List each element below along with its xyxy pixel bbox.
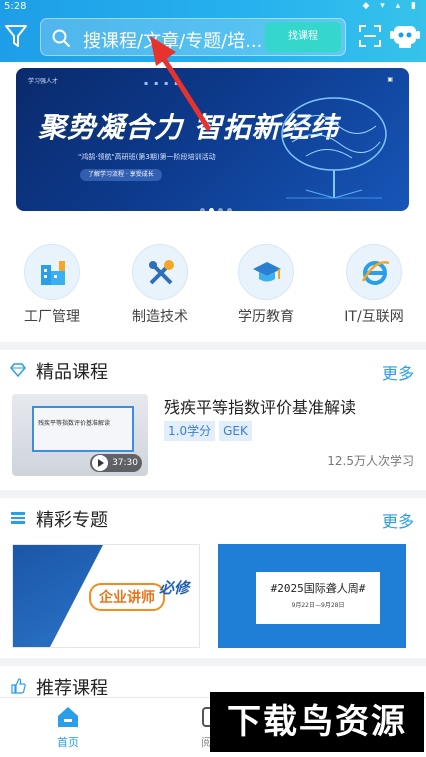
duration-badge: 37:30 <box>90 454 142 472</box>
banner-section: 学习强人才 ▪▪▪▪ ▣ 聚势凝合力 智拓新经纬 "鸿鹄·领航"高研班(第3期)… <box>0 62 426 220</box>
status-time: 5:28 <box>4 1 27 12</box>
brain-illustration <box>281 97 387 199</box>
pager-dot[interactable] <box>227 208 232 211</box>
topic-headline: #2025国际聋人周# <box>270 582 366 595</box>
play-icon <box>92 455 109 471</box>
banner-pill: 了解学习流程 · 享受成长 <box>80 169 162 181</box>
category-label: 制造技术 <box>132 309 188 325</box>
category-education[interactable]: 学历教育 <box>226 244 306 326</box>
find-course-button[interactable]: 找课程 <box>265 22 341 52</box>
tab-label: 首页 <box>57 736 79 749</box>
diamond-icon <box>10 363 26 378</box>
status-bar: 5:28 ◆ ▾ ▴ ▮ <box>0 0 426 14</box>
banner-logo: 学习强人才 <box>28 78 59 85</box>
scan-icon[interactable] <box>358 24 382 48</box>
topic-card-panel: #2025国际聋人周# 9月22日—9月28日 <box>256 572 380 624</box>
credit-tag: 1.0学分 <box>164 421 216 441</box>
banner-subtitle: "鸿鹄·领航"高研班(第3期)第一阶段培训活动 <box>78 153 216 161</box>
more-link[interactable]: 更多 <box>382 360 414 384</box>
category-manufacturing[interactable]: 制造技术 <box>120 244 200 326</box>
search-input[interactable]: 搜课程/文章/专题/培... 找课程 <box>40 18 346 56</box>
category-label: 工厂管理 <box>24 309 80 325</box>
topic-subheadline: 必修 <box>159 579 190 597</box>
list-icon <box>11 512 25 524</box>
factory-icon <box>41 261 65 285</box>
pager-dot[interactable] <box>218 208 223 211</box>
app-header: 5:28 ◆ ▾ ▴ ▮ 搜课程/文章/专题/培... 找课程 <box>0 0 426 62</box>
promo-banner[interactable]: 学习强人才 ▪▪▪▪ ▣ 聚势凝合力 智拓新经纬 "鸿鹄·领航"高研班(第3期)… <box>16 68 409 211</box>
ie-icon <box>361 261 390 285</box>
banner-pager <box>198 198 234 211</box>
provider-tag: GEK <box>219 421 252 441</box>
more-link[interactable]: 更多 <box>382 508 414 532</box>
home-icon <box>58 707 78 727</box>
banner-decoration: ▪▪▪▪ <box>144 80 185 87</box>
category-grid: 工厂管理 制造技术 学历教育 IT/互联网 <box>0 220 426 342</box>
learner-count: 12.5万人次学习 <box>327 454 414 468</box>
pager-dot[interactable] <box>200 208 205 211</box>
course-title: 残疾平等指数评价基准解读 <box>164 398 357 417</box>
section-title: 精品课程 <box>36 362 108 383</box>
course-card[interactable]: 残疾平等指数评价基准解读 37:30 残疾平等指数评价基准解读 1.0学分 GEK… <box>12 394 414 480</box>
robot-assistant-icon[interactable] <box>390 20 420 50</box>
featured-courses-section: 精品课程 更多 残疾平等指数评价基准解读 37:30 残疾平等指数评价基准解读 … <box>0 350 426 490</box>
topic-card-trainer[interactable]: 企业讲师 必修 <box>12 544 200 648</box>
course-thumbnail[interactable]: 残疾平等指数评价基准解读 37:30 <box>12 394 148 476</box>
search-icon <box>52 29 70 47</box>
section-title: 精彩专题 <box>36 510 108 531</box>
category-factory-management[interactable]: 工厂管理 <box>12 244 92 326</box>
graduation-cap-icon <box>253 262 281 282</box>
status-icons: ◆ ▾ ▴ ▮ <box>362 1 420 11</box>
category-label: 学历教育 <box>238 309 294 325</box>
topic-dates: 9月22日—9月28日 <box>291 602 345 609</box>
tools-icon <box>149 260 174 285</box>
category-label: IT/互联网 <box>344 309 404 325</box>
category-it-internet[interactable]: IT/互联网 <box>334 244 414 326</box>
thumbnail-title: 残疾平等指数评价基准解读 <box>38 420 111 427</box>
search-placeholder: 搜课程/文章/专题/培... <box>83 31 263 52</box>
thumbs-up-icon <box>11 678 26 694</box>
topic-headline: 企业讲师 <box>89 583 165 611</box>
banner-badge: ▣ <box>387 76 393 83</box>
pager-dot-active[interactable] <box>209 208 214 211</box>
course-tags: 1.0学分 GEK <box>164 420 256 441</box>
tab-home[interactable]: 首页 <box>28 704 108 750</box>
topic-card-deaf-week[interactable]: #2025国际聋人周# 9月22日—9月28日 <box>218 544 406 648</box>
featured-topics-section: 精彩专题 更多 企业讲师 必修 #2025国际聋人周# 9月22日—9月28日 <box>0 498 426 658</box>
filter-icon[interactable] <box>4 23 28 49</box>
watermark: 下载鸟资源 <box>210 692 424 752</box>
